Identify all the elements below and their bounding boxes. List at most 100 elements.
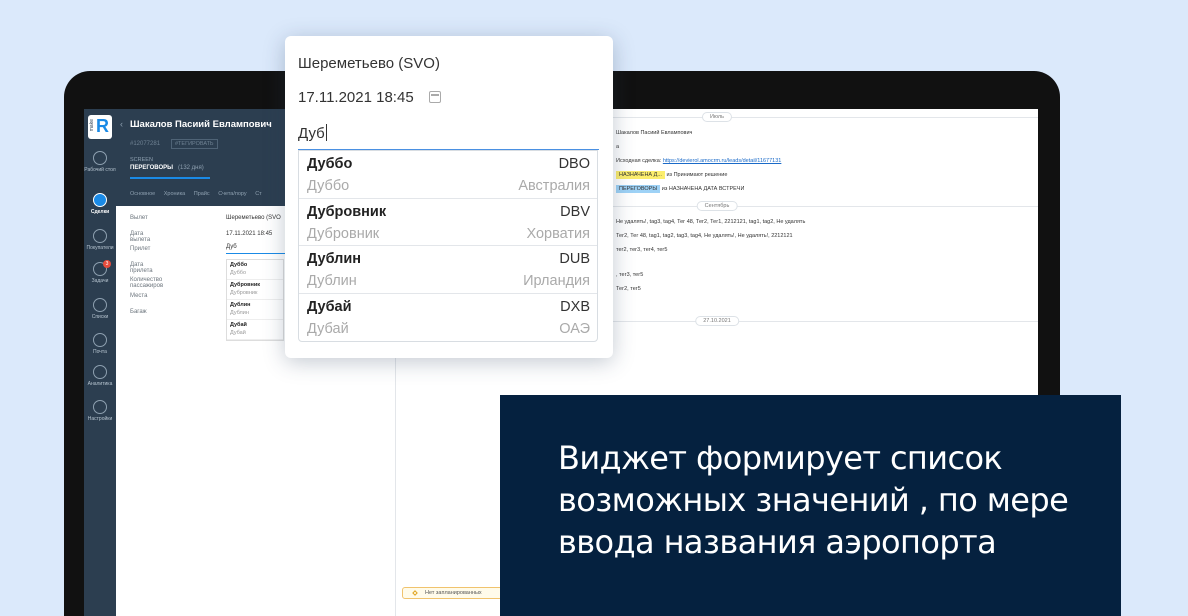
mini-city: Дуббо xyxy=(230,262,248,268)
stage-days: (132 дня) xyxy=(178,165,204,171)
calendar-icon[interactable] xyxy=(429,91,441,103)
mini-city-sub: Дуббо xyxy=(230,270,247,276)
nav-item-analytics[interactable]: Аналитика xyxy=(84,365,116,387)
lead-name[interactable]: Шакалов Пасиий Евлампович xyxy=(130,119,272,130)
mini-suggestion-item[interactable]: Дубровник Дубровник xyxy=(227,280,283,300)
suggestion-code: DUB xyxy=(559,251,590,267)
departure-airport[interactable]: Шереметьево (SVO) xyxy=(298,55,440,72)
planned-tasks-bar[interactable]: Нет запланированных xyxy=(402,587,506,599)
back-arrow-icon[interactable]: ‹ xyxy=(120,119,123,129)
stage-value[interactable]: ПЕРЕГОВОРЫ xyxy=(130,165,173,171)
status-chip: НАЗНАЧЕНА Д... xyxy=(616,171,665,179)
nav-label: Списки xyxy=(91,314,109,320)
nav-item-mail[interactable]: Почта xyxy=(84,333,116,355)
search-query: Дуб xyxy=(298,125,325,142)
nav-label: Настройки xyxy=(87,416,113,422)
mini-city-sub: Дубай xyxy=(230,330,246,336)
tab-more[interactable]: Ст xyxy=(255,191,262,197)
suggestion-code: DBV xyxy=(560,203,590,220)
lead-tabs: Основное Хроника Прайс Счета/пору Ст xyxy=(130,191,269,197)
field-label: Вылет xyxy=(130,215,148,221)
nav-item-lists[interactable]: Списки xyxy=(84,298,116,320)
tag-button[interactable]: #ТЕГИРОВАТЬ xyxy=(171,139,218,149)
nav-item-customers[interactable]: Покупатели xyxy=(84,229,116,251)
settings-icon xyxy=(93,400,107,414)
nav-label: Задачи xyxy=(91,278,109,284)
suggestion-code: DXB xyxy=(560,298,590,315)
feed-line: Тег2, тег5 xyxy=(616,286,641,292)
nav-label: Почта xyxy=(93,349,107,355)
tab-invoices[interactable]: Счета/пору xyxy=(218,191,246,197)
suggestion-city: Дублин xyxy=(307,251,362,267)
stage-progress-bar xyxy=(130,177,210,179)
suggestion-city: Дубай xyxy=(307,298,352,315)
field-label: Дата прилета xyxy=(130,261,153,274)
feed-line: Тег2, Тег 48, tag1, tag2, tag3, tag4, Не… xyxy=(616,233,793,239)
tab-price[interactable]: Прайс xyxy=(194,191,210,197)
suggestion-city: Дуббо xyxy=(307,156,353,172)
nav-item-settings[interactable]: Настройки xyxy=(84,400,116,422)
field-label: Дата вылета xyxy=(130,230,151,243)
planned-text: Нет запланированных xyxy=(425,590,482,596)
suggestion-item[interactable]: Дубровник DBV Дубровник Хорватия xyxy=(299,199,597,246)
text-caret xyxy=(325,124,327,141)
departure-datetime[interactable]: 17.11.2021 18:45 xyxy=(298,89,414,106)
feed-line: Исходная сделка: https://devierol.amocrm… xyxy=(616,158,781,164)
suggestion-code: DBO xyxy=(558,156,590,172)
mini-city: Дубай xyxy=(230,322,247,328)
nav-item-tasks[interactable]: 3 Задачи xyxy=(84,260,116,284)
lead-link[interactable]: https://devierol.amocrm.ru/leads/detail/… xyxy=(663,158,782,164)
mini-suggestion-list: Дуббо Дуббо Дубровник Дубровник Дублин Д… xyxy=(226,259,284,341)
suggestion-city-secondary: Дублин xyxy=(307,273,357,289)
feed-line: НАЗНАЧЕНА Д... из Принимают решение xyxy=(616,171,727,179)
field-label: Багаж xyxy=(130,308,147,315)
feed-line: тег2, тег3, тег4, тег5 xyxy=(616,247,668,253)
nav-rail: make R Рабочий стол Сделки Покупатели 3 … xyxy=(84,109,116,616)
mini-suggestion-item[interactable]: Дублин Дублин xyxy=(227,300,283,320)
field-label: Прилет xyxy=(130,246,151,253)
mini-city-sub: Дублин xyxy=(230,310,249,316)
nav-label: Сделки xyxy=(90,209,110,215)
autocomplete-popup: Шереметьево (SVO) 17.11.2021 18:45 Дуб Д… xyxy=(285,36,613,358)
logo-icon: R xyxy=(96,116,109,136)
feed-line: , тег3, тег5 xyxy=(616,272,644,278)
feed-text: Исходная сделка: xyxy=(616,158,663,164)
nav-label: Рабочий стол xyxy=(84,167,116,173)
mini-city-sub: Дубровник xyxy=(230,290,258,296)
feed-line: а xyxy=(616,144,620,150)
promo-caption: Виджет формирует список возможных значен… xyxy=(558,439,1069,561)
suggestion-item[interactable]: Дублин DUB Дублин Ирландия xyxy=(299,246,597,294)
feed-line: ПЕРЕГОВОРЫ из НАЗНАЧЕНА ДАТА ВСТРЕЧИ xyxy=(616,185,744,193)
departure-field[interactable]: Шереметьево (SVO xyxy=(226,215,281,221)
arrival-search-input[interactable]: Дуб xyxy=(298,120,599,150)
feed-line: Не удалять!, tag3, tag4, Тег 48, Тег2, Т… xyxy=(616,219,806,225)
tab-main[interactable]: Основное xyxy=(130,191,155,197)
feed-text: из Принимают решение xyxy=(664,172,728,178)
mini-suggestion-item[interactable]: Дуббо Дуббо xyxy=(227,260,283,280)
field-label: Количество пассажиров xyxy=(130,277,164,290)
departure-date-field[interactable]: 17.11.2021 18:45 xyxy=(226,231,272,237)
mini-suggestion-item[interactable]: Дубай Дубай xyxy=(227,320,283,340)
dashboard-icon xyxy=(93,151,107,165)
nav-item-dashboard[interactable]: Рабочий стол xyxy=(84,151,116,173)
suggestion-item[interactable]: Дубай DXB Дубай ОАЭ xyxy=(299,294,597,342)
suggestion-city-secondary: Дуббо xyxy=(307,178,350,194)
nav-item-deals[interactable]: Сделки xyxy=(84,193,116,215)
arrival-input[interactable]: Дуб xyxy=(226,244,290,255)
suggestion-city-secondary: Дубай xyxy=(307,320,349,337)
nav-label: Аналитика xyxy=(87,381,113,387)
mini-city: Дубровник xyxy=(230,282,260,288)
lead-id: #12077281 xyxy=(130,141,161,147)
pipeline-label: SCREEN xyxy=(130,157,153,163)
tab-history[interactable]: Хроника xyxy=(164,191,185,197)
suggestion-country: Хорватия xyxy=(526,225,590,242)
suggestion-city-secondary: Дубровник xyxy=(307,225,380,242)
app-logo[interactable]: make R xyxy=(88,115,112,139)
suggestion-item[interactable]: Дуббо DBO Дуббо Австралия xyxy=(299,151,597,199)
mail-icon xyxy=(93,333,107,347)
feed-line: Шакалов Пасиий Евлампович xyxy=(616,130,693,136)
suggestion-country: ОАЭ xyxy=(559,320,590,337)
tasks-badge: 3 xyxy=(103,260,111,268)
suggestion-list: Дуббо DBO Дуббо Австралия Дубровник DBV … xyxy=(298,150,598,342)
lists-icon xyxy=(93,298,107,312)
